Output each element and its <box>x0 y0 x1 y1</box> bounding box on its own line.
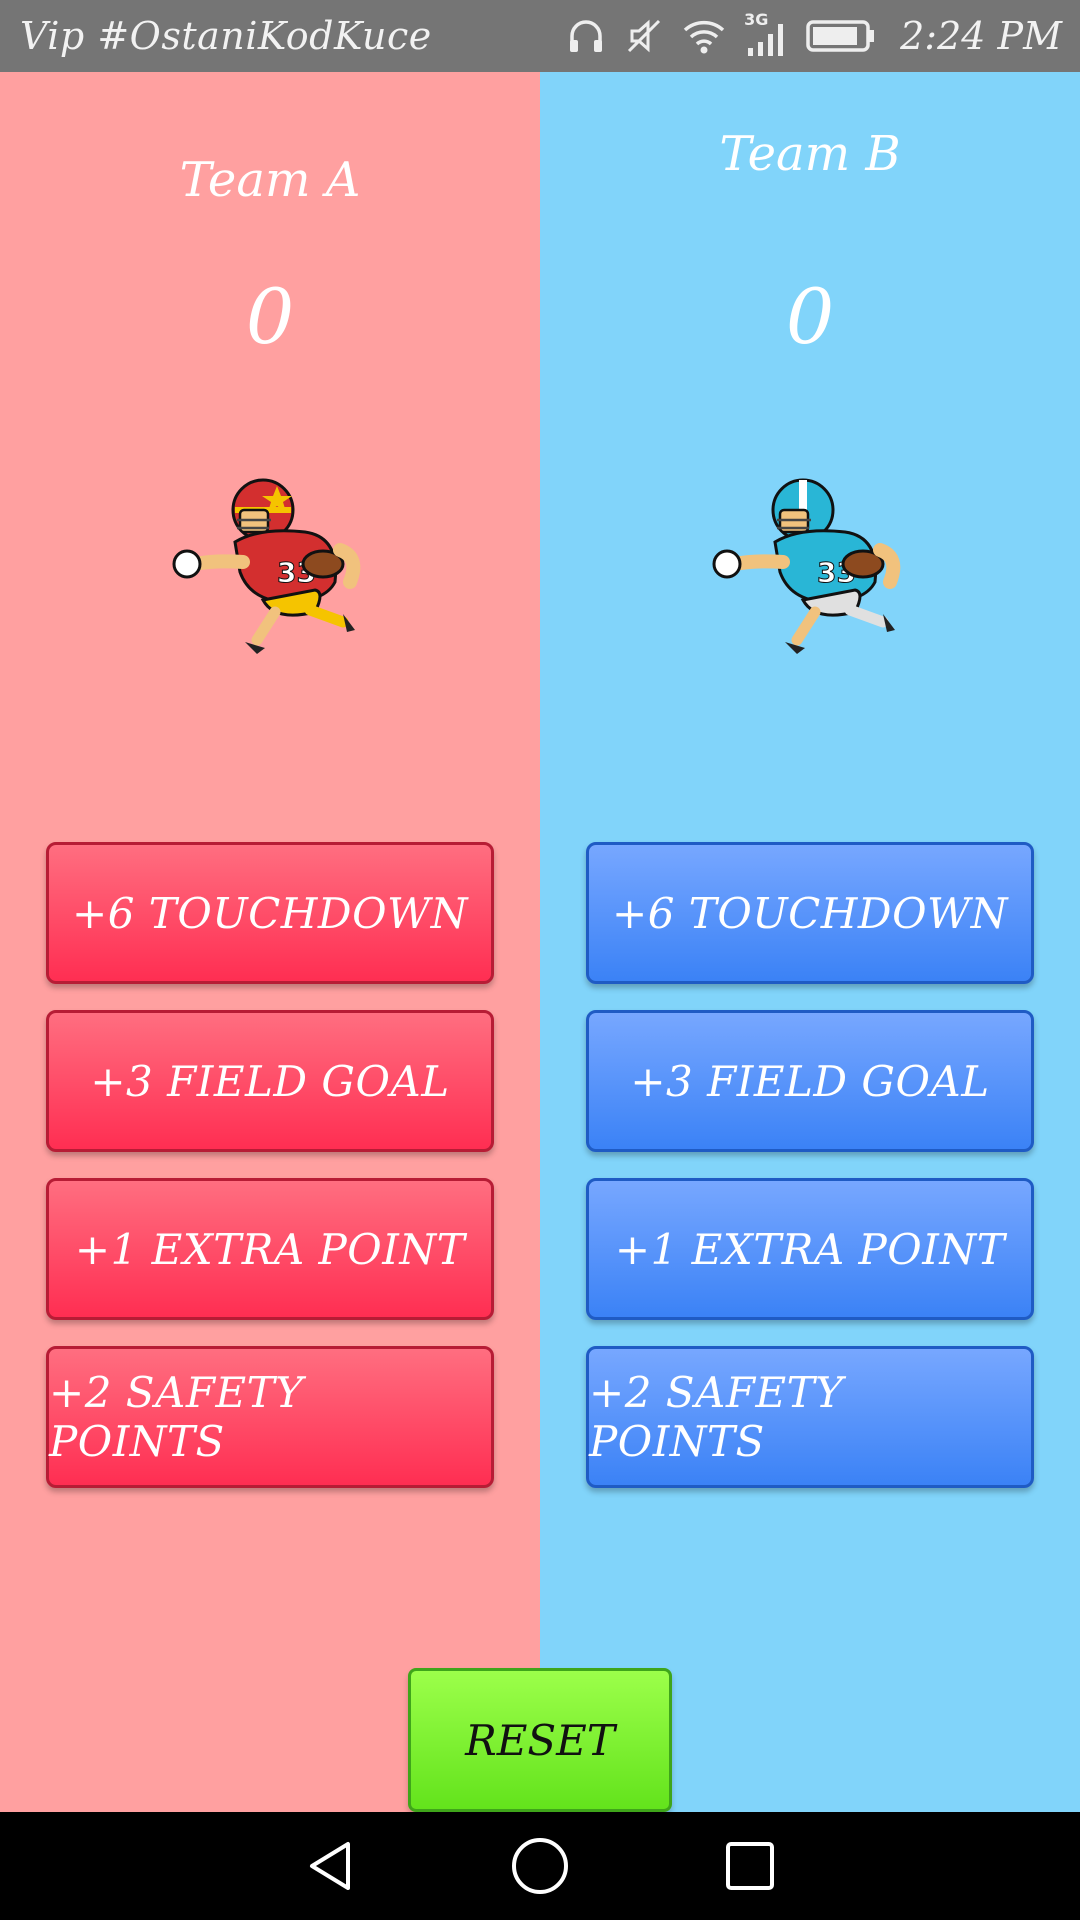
navigation-bar <box>0 1812 1080 1920</box>
carrier-name: Vip #OstaniKodKuce <box>20 14 432 58</box>
home-button[interactable] <box>505 1831 575 1901</box>
team-a-field-goal-button[interactable]: +3 FIELD GOAL <box>46 1010 494 1152</box>
back-button[interactable] <box>295 1831 365 1901</box>
football-player-red-icon: 33 <box>172 478 361 654</box>
clock: 2:24 PM <box>900 14 1062 58</box>
team-b-panel: Team B 0 33 +6 TOUCHDOWN +3 FIELD GOAL +… <box>540 72 1080 1812</box>
team-a-panel: Team A 0 33 +6 TOUCHDOWN +3 FIELD GOAL +… <box>0 72 540 1812</box>
battery-icon <box>806 20 875 52</box>
recents-icon <box>726 1842 774 1890</box>
recents-button[interactable] <box>715 1831 785 1901</box>
team-b-safety-button[interactable]: +2 SAFETY POINTS <box>586 1346 1034 1488</box>
football-player-teal-icon: 33 <box>712 478 901 654</box>
team-b-extra-point-button[interactable]: +1 EXTRA POINT <box>586 1178 1034 1320</box>
home-icon <box>512 1838 568 1894</box>
team-a-score: 0 <box>245 272 295 361</box>
team-a-extra-point-button[interactable]: +1 EXTRA POINT <box>46 1178 494 1320</box>
back-icon <box>310 1842 350 1890</box>
wifi-icon <box>683 20 725 54</box>
headphones-icon <box>570 20 603 52</box>
team-a-name: Team A <box>179 152 361 208</box>
team-a-safety-button[interactable]: +2 SAFETY POINTS <box>46 1346 494 1488</box>
cell-signal: 3G <box>744 10 788 58</box>
signal-icon <box>748 24 784 56</box>
team-b-name: Team B <box>719 126 901 182</box>
reset-button[interactable]: RESET <box>408 1668 672 1812</box>
team-b-touchdown-button[interactable]: +6 TOUCHDOWN <box>586 842 1034 984</box>
team-b-score: 0 <box>785 272 835 361</box>
team-a-touchdown-button[interactable]: +6 TOUCHDOWN <box>46 842 494 984</box>
status-icons: 3G 2:24 PM <box>566 10 1062 58</box>
team-b-field-goal-button[interactable]: +3 FIELD GOAL <box>586 1010 1034 1152</box>
status-bar: Vip #OstaniKodKuce 3G 2:24 PM <box>0 0 1080 72</box>
mute-icon <box>628 19 661 53</box>
